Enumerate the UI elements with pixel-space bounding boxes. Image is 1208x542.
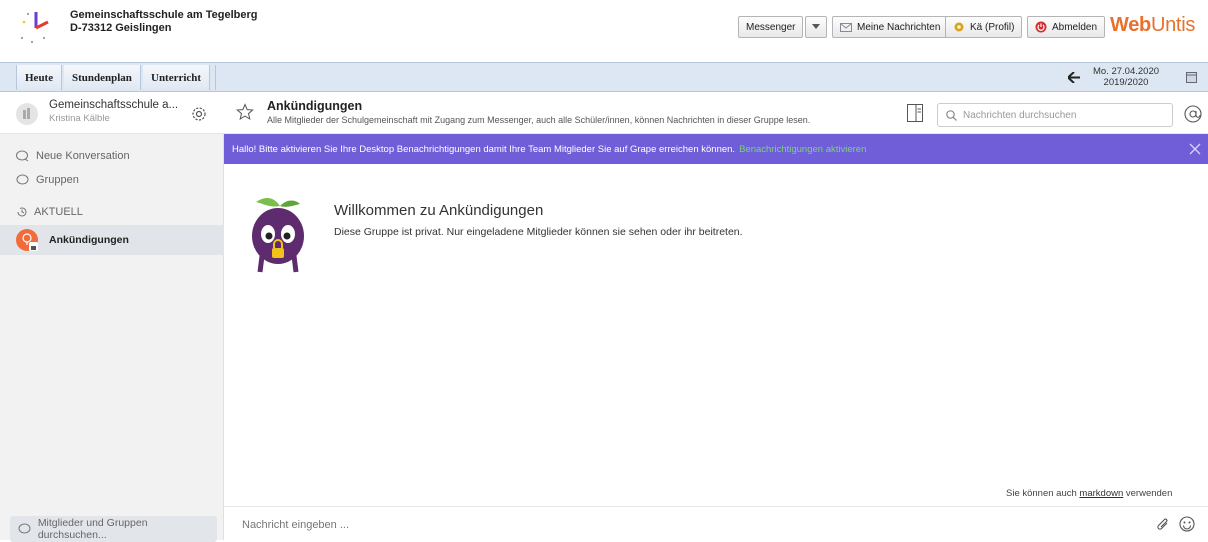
- markdown-hint-prefix: Sie können auch: [1006, 488, 1077, 499]
- attachment-icon[interactable]: [1156, 517, 1170, 533]
- school-name-line2: D-73312 Geislingen: [70, 22, 172, 34]
- message-input[interactable]: Nachricht eingeben ...: [242, 519, 349, 531]
- chat-search-icon: [18, 523, 31, 534]
- webuntis-logo: [20, 12, 49, 44]
- history-icon: [17, 207, 27, 217]
- conversation-panel: Ankündigungen Alle Mitglieder der Schulg…: [224, 92, 1208, 540]
- my-messages-button[interactable]: Meine Nachrichten: [832, 16, 949, 38]
- caret-down-icon: [812, 24, 820, 29]
- messenger-label: Messenger: [746, 21, 796, 33]
- banner-text: Hallo! Bitte aktivieren Sie Ihre Desktop…: [232, 143, 736, 155]
- channel-avatar: [16, 229, 38, 251]
- brand-untis: Untis: [1150, 14, 1196, 36]
- top-bar: Gemeinschaftsschule am Tegelberg D-73312…: [0, 0, 1208, 62]
- mentions-icon[interactable]: [1184, 105, 1202, 123]
- logout-button[interactable]: Abmelden: [1027, 16, 1106, 38]
- group-name: Gemeinschaftsschule a...: [49, 99, 179, 111]
- messenger-dropdown-button[interactable]: [805, 16, 827, 38]
- star-icon[interactable]: [236, 103, 254, 121]
- groups-label: Gruppen: [36, 174, 79, 186]
- markdown-hint-suffix: verwenden: [1125, 488, 1173, 499]
- message-search-input[interactable]: Nachrichten durchsuchen: [937, 103, 1173, 127]
- building-icon: [23, 108, 30, 119]
- my-messages-label: Meine Nachrichten: [857, 21, 941, 33]
- welcome-title: Willkommen zu Ankündigungen: [334, 202, 544, 219]
- school-avatar: [16, 103, 38, 125]
- new-conversation-label: Neue Konversation: [36, 150, 130, 162]
- welcome-subtitle: Diese Gruppe ist privat. Nur eingeladene…: [334, 226, 743, 238]
- logout-label: Abmelden: [1052, 21, 1098, 33]
- notification-banner: Hallo! Bitte aktivieren Sie Ihre Desktop…: [224, 134, 1208, 164]
- profile-label: Kä (Profil): [970, 21, 1015, 33]
- settings-gear-icon[interactable]: [190, 105, 208, 123]
- channel-title: Ankündigungen: [267, 99, 363, 113]
- groups-item[interactable]: Gruppen: [16, 174, 79, 186]
- webuntis-brand[interactable]: WebUntis: [1110, 14, 1195, 37]
- tab-heute[interactable]: Heute: [16, 65, 63, 90]
- nav-divider: [200, 65, 216, 90]
- messenger-button[interactable]: Messenger: [738, 16, 804, 38]
- enable-notifications-link[interactable]: Benachrichtigungen aktivieren: [739, 144, 866, 155]
- brand-web: Web: [1110, 14, 1151, 36]
- channel-item-ankuendigungen[interactable]: Ankündigungen: [0, 225, 224, 255]
- lock-badge-icon: [29, 242, 38, 251]
- member-search-input[interactable]: Mitglieder und Gruppen durchsuchen...: [10, 516, 217, 542]
- channel-description: Alle Mitglieder der Schulgemeinschaft mi…: [267, 115, 811, 125]
- chat-plus-icon: [16, 150, 29, 162]
- envelope-icon: [840, 22, 852, 32]
- date-display[interactable]: Mo. 27.04.2020 2019/2020: [1093, 66, 1159, 88]
- markdown-link[interactable]: markdown: [1079, 488, 1123, 499]
- new-conversation-item[interactable]: Neue Konversation: [16, 150, 130, 162]
- markdown-hint: Sie können auch markdown verwenden: [1006, 488, 1172, 499]
- school-name: Gemeinschaftsschule am Tegelberg D-73312…: [70, 9, 257, 35]
- current-date: Mo. 27.04.2020: [1093, 66, 1160, 77]
- school-name-line1: Gemeinschaftsschule am Tegelberg: [70, 9, 258, 21]
- sidebar-header: Gemeinschaftsschule a... Kristina Kälble: [0, 92, 224, 134]
- gear-icon: [954, 22, 964, 32]
- compose-bar: Nachricht eingeben ...: [224, 506, 1208, 540]
- search-icon: [946, 109, 957, 121]
- arrow-left-icon[interactable]: [1068, 72, 1080, 83]
- messenger-sidebar: Gemeinschaftsschule a... Kristina Kälble…: [0, 92, 224, 542]
- power-icon: [1035, 21, 1047, 33]
- profile-button[interactable]: Kä (Profil): [945, 16, 1023, 38]
- tab-stundenplan[interactable]: Stundenplan: [64, 65, 141, 90]
- channel-item-label: Ankündigungen: [49, 234, 129, 246]
- current-section-label: AKTUELL: [34, 206, 83, 218]
- emoji-icon[interactable]: [1179, 516, 1195, 532]
- member-search-placeholder: Mitglieder und Gruppen durchsuchen...: [37, 517, 148, 541]
- main-nav-bar: Heute Stundenplan Unterricht Mo. 27.04.2…: [0, 62, 1208, 92]
- message-search-placeholder: Nachrichten durchsuchen: [963, 109, 1077, 121]
- sidebar-toggle-icon[interactable]: [907, 104, 923, 122]
- chat-bubble-icon: [16, 174, 29, 185]
- close-icon[interactable]: [1189, 143, 1201, 155]
- user-name: Kristina Kälble: [49, 113, 110, 124]
- current-section-header: AKTUELL: [16, 206, 83, 218]
- school-year: 2019/2020: [1103, 77, 1149, 88]
- channel-header: Ankündigungen Alle Mitglieder der Schulg…: [224, 92, 1208, 134]
- grape-mascot-icon: [252, 198, 304, 273]
- calendar-icon[interactable]: [1186, 71, 1197, 83]
